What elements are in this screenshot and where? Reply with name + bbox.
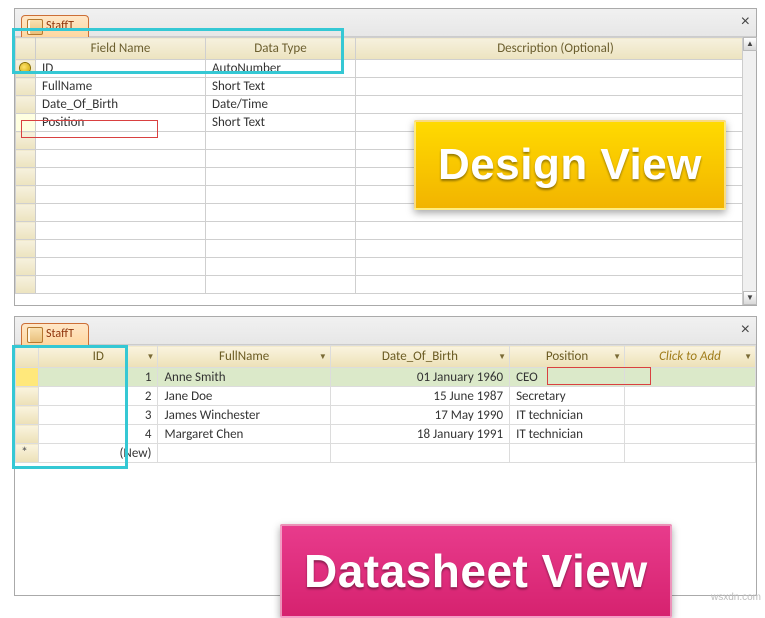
field-name-cell[interactable]: ID (36, 60, 206, 78)
column-header-pos[interactable]: Position▼ (510, 346, 625, 368)
cell-dob[interactable]: 01 January 1960 (330, 368, 509, 387)
row-selector[interactable] (16, 425, 39, 444)
row-selector-new[interactable] (16, 444, 39, 463)
table-row[interactable]: 2 Jane Doe 15 June 1987 Secretary (16, 387, 756, 406)
cell-add[interactable] (624, 387, 755, 406)
tab-title: StaffT (46, 327, 74, 341)
datasheet-grid[interactable]: ID▼ FullName▼ Date_Of_Birth▼ Position▼ C… (15, 345, 756, 463)
dropdown-icon[interactable]: ▼ (498, 352, 506, 362)
tab-bar: StaffT × (15, 9, 756, 37)
cell-name[interactable]: Anne Smith (158, 368, 330, 387)
dropdown-icon[interactable]: ▼ (744, 352, 752, 362)
cell-id[interactable]: 4 (38, 425, 158, 444)
cell-pos[interactable]: IT technician (510, 406, 625, 425)
cell-add[interactable] (624, 406, 755, 425)
field-name-cell[interactable]: FullName (36, 78, 206, 96)
close-icon[interactable]: × (741, 321, 750, 339)
tab-bar: StaffT × (15, 317, 756, 345)
row-selector-row1[interactable] (16, 60, 36, 78)
row-selector[interactable] (16, 406, 39, 425)
design-view-label: Design View (414, 120, 726, 210)
cell-id[interactable]: 1 (38, 368, 158, 387)
column-header-field[interactable]: Field Name (36, 38, 206, 60)
cell-id-new[interactable]: (New) (38, 444, 158, 463)
watermark-text: wsxdn.com (711, 592, 761, 603)
column-header-dob[interactable]: Date_Of_Birth▼ (330, 346, 509, 368)
cell-name[interactable]: Jane Doe (158, 387, 330, 406)
field-name-cell[interactable]: Date_Of_Birth (36, 96, 206, 114)
datasheet-view-label: Datasheet View (280, 524, 672, 618)
row-selector[interactable] (16, 387, 39, 406)
cell-dob[interactable]: 17 May 1990 (330, 406, 509, 425)
cell-add[interactable] (624, 368, 755, 387)
dropdown-icon[interactable]: ▼ (613, 352, 621, 362)
corner-cell[interactable] (16, 346, 39, 368)
cell-add[interactable] (624, 425, 755, 444)
cell-pos[interactable]: CEO (510, 368, 625, 387)
data-type-cell[interactable]: Short Text (206, 114, 356, 132)
table-row[interactable]: 3 James Winchester 17 May 1990 IT techni… (16, 406, 756, 425)
column-header-add[interactable]: Click to Add▼ (624, 346, 755, 368)
description-cell[interactable] (356, 78, 756, 96)
column-header-name[interactable]: FullName▼ (158, 346, 330, 368)
scroll-up-icon[interactable]: ▲ (743, 37, 757, 51)
cell-dob[interactable]: 15 June 1987 (330, 387, 509, 406)
cell-pos[interactable]: IT technician (510, 425, 625, 444)
data-type-cell[interactable]: Date/Time (206, 96, 356, 114)
table-tab[interactable]: StaffT (21, 15, 89, 37)
column-header-type[interactable]: Data Type (206, 38, 356, 60)
row-selector-row4[interactable] (16, 114, 36, 132)
cell-name[interactable]: James Winchester (158, 406, 330, 425)
table-row[interactable]: 1 Anne Smith 01 January 1960 CEO (16, 368, 756, 387)
close-icon[interactable]: × (741, 13, 750, 31)
row-selector-row2[interactable] (16, 78, 36, 96)
row-selector[interactable] (16, 368, 39, 387)
data-type-cell[interactable]: AutoNumber (206, 60, 356, 78)
data-type-cell[interactable]: Short Text (206, 78, 356, 96)
cell-pos[interactable]: Secretary (510, 387, 625, 406)
cell-id[interactable]: 2 (38, 387, 158, 406)
dropdown-icon[interactable]: ▼ (319, 352, 327, 362)
cell-id[interactable]: 3 (38, 406, 158, 425)
row-selector-row3[interactable] (16, 96, 36, 114)
description-cell[interactable] (356, 96, 756, 114)
dropdown-icon[interactable]: ▼ (147, 352, 155, 362)
cell-dob[interactable]: 18 January 1991 (330, 425, 509, 444)
new-record-row[interactable]: (New) (16, 444, 756, 463)
vertical-scrollbar[interactable]: ▲ ▼ (742, 37, 756, 305)
tab-title: StaffT (46, 19, 74, 33)
description-cell[interactable] (356, 60, 756, 78)
table-row[interactable]: 4 Margaret Chen 18 January 1991 IT techn… (16, 425, 756, 444)
table-tab[interactable]: StaffT (21, 323, 89, 345)
field-name-cell[interactable]: Position (36, 114, 206, 132)
corner-cell[interactable] (16, 38, 36, 60)
cell-name[interactable]: Margaret Chen (158, 425, 330, 444)
scroll-down-icon[interactable]: ▼ (743, 291, 757, 305)
column-header-id[interactable]: ID▼ (38, 346, 158, 368)
column-header-desc[interactable]: Description (Optional) (356, 38, 756, 60)
